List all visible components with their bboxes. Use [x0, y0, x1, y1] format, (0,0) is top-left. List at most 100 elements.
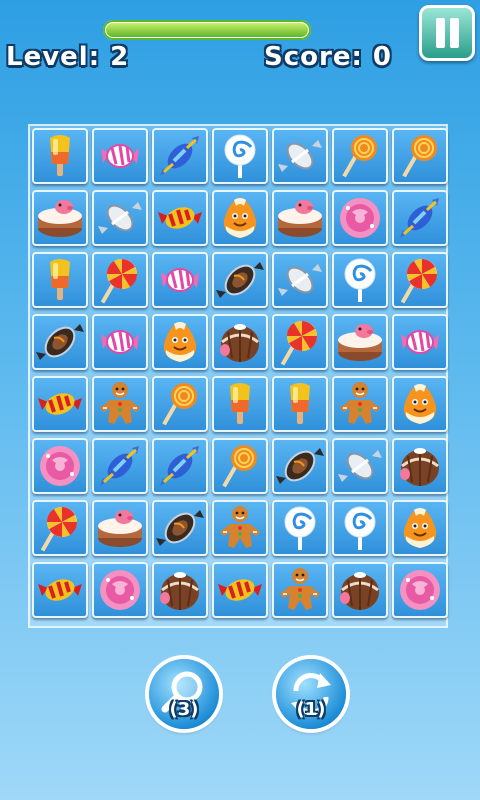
- swirl-lollipop-blue-icon: [344, 506, 376, 550]
- tile-pig-cake[interactable]: [32, 190, 88, 246]
- tile-pink-cupcake[interactable]: [92, 562, 148, 618]
- gingerbread-man-icon: [280, 568, 320, 610]
- tile-pig-cake[interactable]: [272, 190, 328, 246]
- wrapped-chocolate-icon: [276, 448, 324, 484]
- level-label: Level: 2: [6, 42, 130, 72]
- tile-pink-cupcake[interactable]: [332, 190, 388, 246]
- time-progress-fill: [106, 23, 308, 37]
- tile-gingerbread-man[interactable]: [272, 562, 328, 618]
- tile-pink-cupcake[interactable]: [392, 562, 448, 618]
- wrapped-candy-blue-icon: [160, 136, 199, 176]
- pig-cake-icon: [38, 200, 82, 237]
- tile-lollipop-orange[interactable]: [332, 128, 388, 184]
- gingerbread-man-icon: [100, 382, 140, 424]
- tile-choco-bonbon[interactable]: [212, 314, 268, 370]
- tile-pig-cake[interactable]: [332, 314, 388, 370]
- swirl-lollipop-blue-icon: [344, 258, 376, 302]
- tile-wrapped-candy-striped[interactable]: [212, 562, 268, 618]
- tile-swirl-lollipop-red[interactable]: [92, 252, 148, 308]
- lollipop-orange-icon: [222, 445, 257, 488]
- wrapped-candy-striped-icon: [218, 579, 262, 601]
- tile-wrapped-candy-pink[interactable]: [92, 128, 148, 184]
- pink-cupcake-icon: [340, 198, 380, 238]
- tile-swirl-lollipop-blue[interactable]: [272, 500, 328, 556]
- tile-lollipop-orange[interactable]: [152, 376, 208, 432]
- tile-wrapped-candy-silver[interactable]: [92, 190, 148, 246]
- popsicle-icon: [290, 383, 310, 424]
- tile-wrapped-candy-silver[interactable]: [272, 252, 328, 308]
- tile-wrapped-chocolate[interactable]: [212, 252, 268, 308]
- tile-gingerbread-man[interactable]: [212, 500, 268, 556]
- candy-corn-icon: [403, 508, 437, 548]
- tile-swirl-lollipop-blue[interactable]: [212, 128, 268, 184]
- tile-candy-corn[interactable]: [152, 314, 208, 370]
- tile-candy-corn[interactable]: [212, 190, 268, 246]
- shuffle-count: (1): [296, 699, 326, 720]
- tile-wrapped-candy-silver[interactable]: [272, 128, 328, 184]
- wrapped-candy-silver-icon: [278, 140, 322, 172]
- tile-wrapped-candy-blue[interactable]: [152, 128, 208, 184]
- tile-pig-cake[interactable]: [92, 500, 148, 556]
- swirl-lollipop-red-icon: [280, 320, 318, 366]
- tile-wrapped-candy-blue[interactable]: [92, 438, 148, 494]
- tile-popsicle[interactable]: [212, 376, 268, 432]
- tile-wrapped-candy-striped[interactable]: [152, 190, 208, 246]
- choco-bonbon-icon: [220, 324, 259, 362]
- tile-popsicle[interactable]: [272, 376, 328, 432]
- tile-wrapped-chocolate[interactable]: [152, 500, 208, 556]
- candy-corn-icon: [403, 384, 437, 424]
- tile-popsicle[interactable]: [32, 128, 88, 184]
- wrapped-candy-silver-icon: [338, 450, 382, 482]
- tile-swirl-lollipop-blue[interactable]: [332, 252, 388, 308]
- pause-button[interactable]: [419, 5, 475, 61]
- swirl-lollipop-red-icon: [100, 258, 138, 304]
- tile-wrapped-candy-striped[interactable]: [32, 376, 88, 432]
- tile-wrapped-candy-blue[interactable]: [392, 190, 448, 246]
- tile-lollipop-orange[interactable]: [212, 438, 268, 494]
- game-board: [28, 124, 448, 628]
- time-progress-bar: [103, 20, 311, 40]
- wrapped-candy-striped-icon: [158, 207, 202, 229]
- score-label: Score: 0: [264, 42, 392, 72]
- tile-swirl-lollipop-red[interactable]: [272, 314, 328, 370]
- pause-icon: [436, 18, 445, 48]
- swirl-lollipop-red-icon: [400, 258, 438, 304]
- choco-bonbon-icon: [160, 572, 199, 610]
- tile-wrapped-candy-silver[interactable]: [332, 438, 388, 494]
- swirl-lollipop-blue-icon: [224, 134, 256, 178]
- tile-choco-bonbon[interactable]: [332, 562, 388, 618]
- wrapped-chocolate-icon: [156, 510, 204, 546]
- wrapped-candy-blue-icon: [100, 446, 139, 486]
- tile-wrapped-candy-striped[interactable]: [32, 562, 88, 618]
- swirl-lollipop-blue-icon: [284, 506, 316, 550]
- tile-swirl-lollipop-red[interactable]: [32, 500, 88, 556]
- tile-popsicle[interactable]: [32, 252, 88, 308]
- tile-gingerbread-man[interactable]: [332, 376, 388, 432]
- wrapped-candy-blue-icon: [160, 446, 199, 486]
- lollipop-orange-icon: [402, 135, 437, 178]
- tile-pink-cupcake[interactable]: [32, 438, 88, 494]
- tile-wrapped-candy-blue[interactable]: [152, 438, 208, 494]
- wrapped-chocolate-icon: [216, 262, 264, 298]
- tile-wrapped-candy-pink[interactable]: [392, 314, 448, 370]
- tile-wrapped-candy-pink[interactable]: [152, 252, 208, 308]
- tile-swirl-lollipop-blue[interactable]: [332, 500, 388, 556]
- tile-wrapped-chocolate[interactable]: [32, 314, 88, 370]
- gingerbread-man-icon: [220, 506, 260, 548]
- tile-wrapped-chocolate[interactable]: [272, 438, 328, 494]
- tile-gingerbread-man[interactable]: [92, 376, 148, 432]
- tile-lollipop-orange[interactable]: [392, 128, 448, 184]
- lollipop-orange-icon: [342, 135, 377, 178]
- choco-bonbon-icon: [340, 572, 379, 610]
- tile-candy-corn[interactable]: [392, 500, 448, 556]
- hint-button[interactable]: (3): [149, 659, 219, 729]
- tile-wrapped-candy-pink[interactable]: [92, 314, 148, 370]
- popsicle-icon: [50, 259, 70, 300]
- tile-candy-corn[interactable]: [392, 376, 448, 432]
- tile-choco-bonbon[interactable]: [392, 438, 448, 494]
- pig-cake-icon: [98, 510, 142, 547]
- shuffle-button[interactable]: (1): [276, 659, 346, 729]
- tile-choco-bonbon[interactable]: [152, 562, 208, 618]
- gingerbread-man-icon: [340, 382, 380, 424]
- tile-swirl-lollipop-red[interactable]: [392, 252, 448, 308]
